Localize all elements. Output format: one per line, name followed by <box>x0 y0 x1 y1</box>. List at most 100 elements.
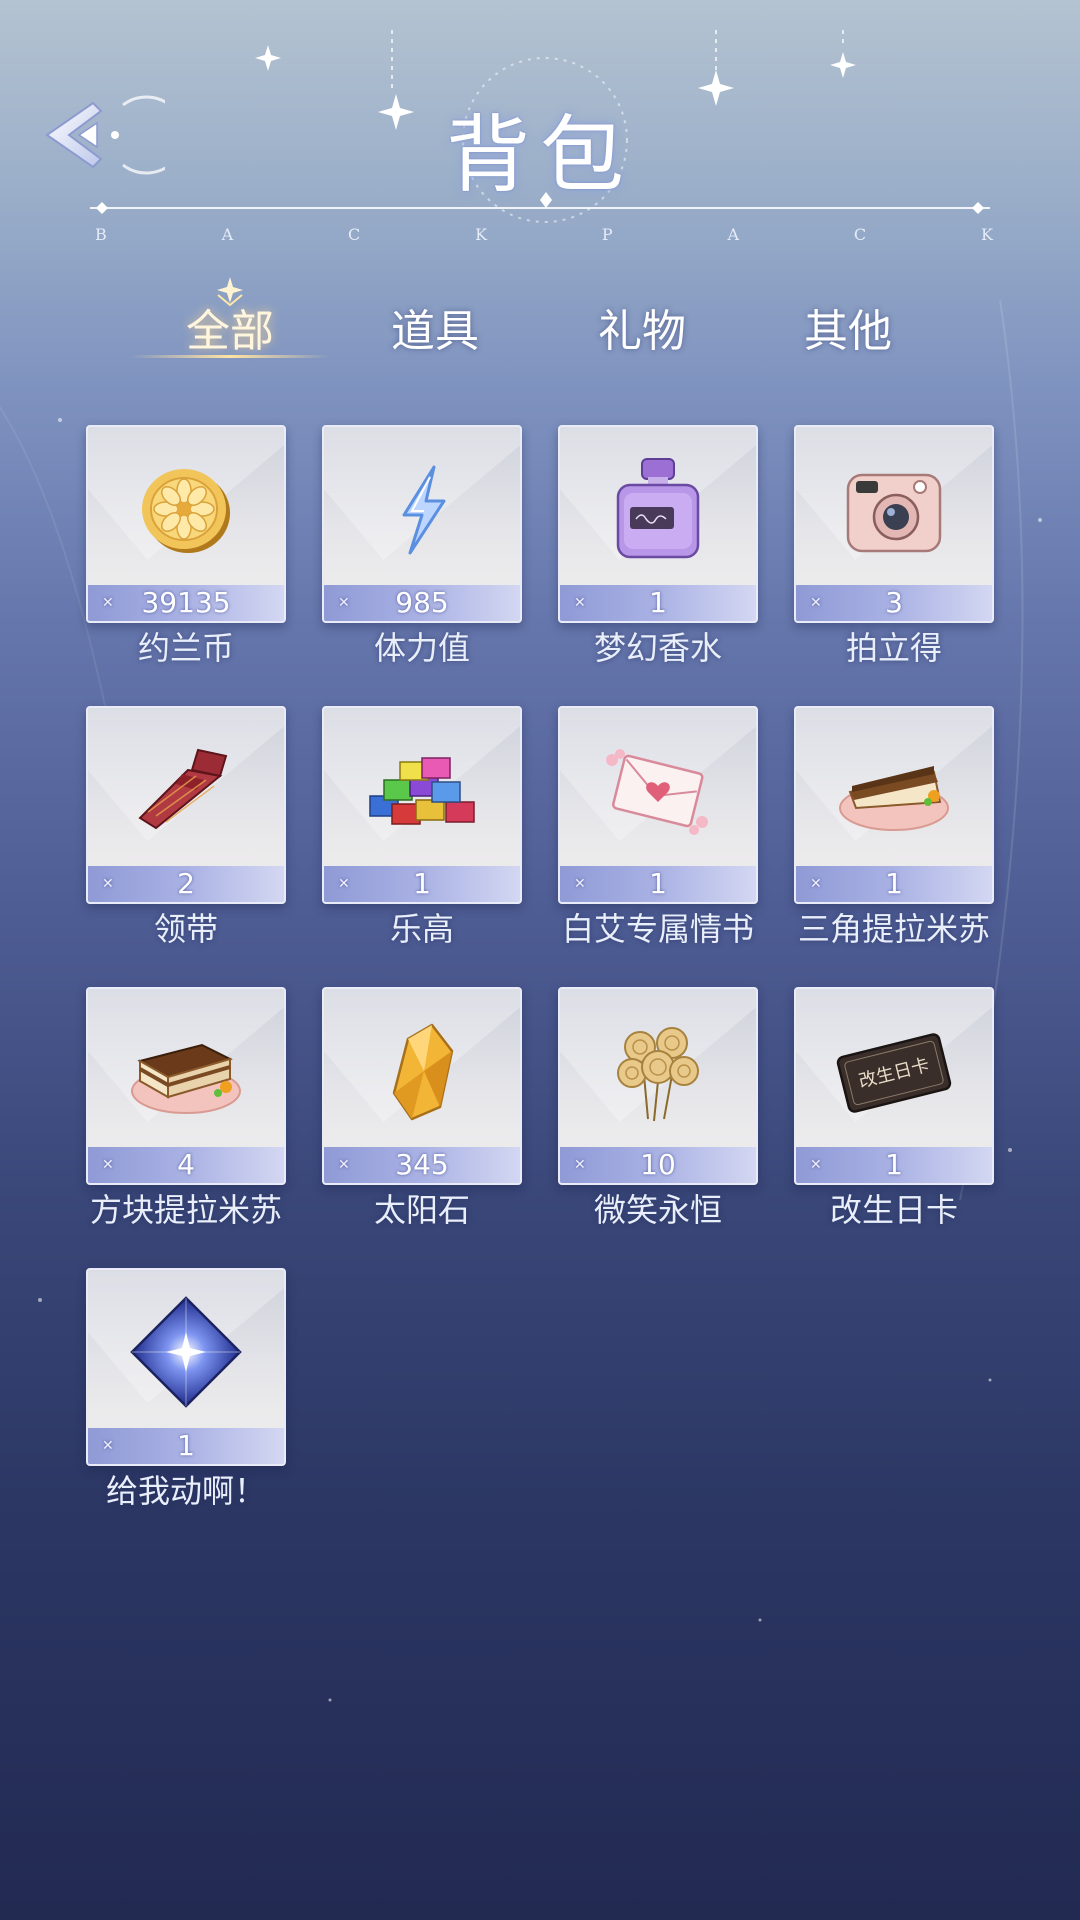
item-quantity-bar: ✕ 3 <box>796 585 992 621</box>
item-card: ✕ 345 <box>322 987 522 1185</box>
inventory-item[interactable]: ✕ 39135 约兰币 <box>86 425 286 667</box>
item-quantity-bar: ✕ 1 <box>324 866 520 902</box>
header: 背包 B A C K P A C K <box>0 0 1080 260</box>
item-card: ✕ 1 <box>558 706 758 904</box>
active-tab-underline <box>130 355 330 358</box>
tab-label: 礼物 <box>598 306 686 357</box>
sparkle-icon: ✕ <box>102 1157 114 1173</box>
item-quantity: 3 <box>885 586 903 619</box>
item-quantity: 4 <box>177 1148 195 1181</box>
item-name: 给我动啊！ <box>105 1472 266 1510</box>
item-card: ✕ 2 <box>86 706 286 904</box>
perfume-bottle-icon <box>616 458 700 559</box>
tab-props[interactable]: 道具 <box>345 295 525 359</box>
subtitle-letter: C <box>853 225 869 244</box>
item-quantity-bar: ✕ 10 <box>560 1147 756 1183</box>
sparkle-icon: ✕ <box>102 1438 114 1454</box>
item-card: ✕ 4 <box>86 987 286 1185</box>
item-name: 改生日卡 <box>829 1191 958 1229</box>
item-name: 太阳石 <box>373 1191 470 1229</box>
item-quantity: 1 <box>649 867 667 900</box>
item-quantity-bar: ✕ 985 <box>324 585 520 621</box>
inventory-item[interactable]: ✕ 345 太阳石 <box>322 987 522 1229</box>
golden-roses-icon <box>617 1027 699 1122</box>
inventory-item[interactable]: ✕ 1 乐高 <box>322 706 522 948</box>
category-tabs: 全部 道具 礼物 其他 <box>130 277 920 365</box>
item-name: 领带 <box>153 910 218 948</box>
inventory-item[interactable]: ✕ 1 给我动啊！ <box>86 1268 286 1510</box>
subtitle-letter: A <box>727 225 742 244</box>
subtitle-letter: A <box>221 225 236 244</box>
tab-others[interactable]: 其他 <box>758 295 938 359</box>
sparkle-icon: ✕ <box>574 1157 586 1173</box>
tab-gifts[interactable]: 礼物 <box>552 295 732 359</box>
inventory-item[interactable]: ✕ 1 梦幻香水 <box>558 425 758 667</box>
love-letter-icon <box>606 749 708 835</box>
item-card: 改生日卡 ✕ 1 <box>794 987 994 1185</box>
sparkle-icon: ✕ <box>810 1157 822 1173</box>
item-quantity-bar: ✕ 1 <box>88 1428 284 1464</box>
sparkle-icon: ✕ <box>810 595 822 611</box>
item-quantity-bar: ✕ 345 <box>324 1147 520 1183</box>
necktie-icon <box>138 748 228 830</box>
subtitle-letter: B <box>95 225 109 244</box>
item-quantity: 1 <box>177 1429 195 1462</box>
subtitle-letter: K <box>981 225 995 244</box>
inventory-item[interactable]: ✕ 4 方块提拉米苏 <box>86 987 286 1229</box>
inventory-item[interactable]: ✕ 985 体力值 <box>322 425 522 667</box>
item-name: 方块提拉米苏 <box>89 1191 282 1229</box>
triangle-tiramisu-icon <box>839 766 949 831</box>
subtitle-letter: P <box>601 225 615 244</box>
item-name: 拍立得 <box>845 629 942 667</box>
item-quantity: 985 <box>395 586 449 619</box>
blue-crystal-icon <box>130 1296 242 1408</box>
item-quantity-bar: ✕ 4 <box>88 1147 284 1183</box>
subtitle-letter: C <box>348 225 363 244</box>
sun-stone-icon <box>392 1023 454 1121</box>
item-name: 约兰币 <box>137 629 234 667</box>
item-name: 乐高 <box>389 910 454 948</box>
item-card: ✕ 39135 <box>86 425 286 623</box>
item-quantity-bar: ✕ 1 <box>560 866 756 902</box>
item-quantity-bar: ✕ 1 <box>796 1147 992 1183</box>
item-card: ✕ 1 <box>794 706 994 904</box>
item-name: 体力值 <box>373 629 470 667</box>
tab-all[interactable]: 全部 <box>130 277 330 359</box>
inventory-item[interactable]: ✕ 3 拍立得 <box>794 425 994 667</box>
sparkle-icon: ✕ <box>338 876 350 892</box>
active-tab-star-icon <box>217 277 243 307</box>
item-quantity: 10 <box>640 1148 676 1181</box>
instant-camera-icon <box>846 473 942 553</box>
item-name: 三角提拉米苏 <box>797 910 990 948</box>
building-blocks-icon <box>369 757 475 825</box>
item-quantity: 1 <box>885 1148 903 1181</box>
tab-label: 其他 <box>804 306 892 357</box>
item-quantity: 2 <box>177 867 195 900</box>
item-card: ✕ 3 <box>794 425 994 623</box>
item-quantity-bar: ✕ 1 <box>560 585 756 621</box>
item-quantity: 1 <box>885 867 903 900</box>
title-zone: 背包 B A C K P A C K <box>0 0 1080 260</box>
inventory-item[interactable]: ✕ 2 领带 <box>86 706 286 948</box>
square-tiramisu-icon <box>131 1043 241 1114</box>
sparkle-icon: ✕ <box>810 876 822 892</box>
item-quantity: 345 <box>395 1148 449 1181</box>
item-card: ✕ 985 <box>322 425 522 623</box>
item-card: ✕ 1 <box>322 706 522 904</box>
sparkle-icon: ✕ <box>102 876 114 892</box>
tab-label: 全部 <box>186 306 274 357</box>
inventory-item[interactable]: 改生日卡 ✕ 1 改生日卡 <box>794 987 994 1229</box>
item-card: ✕ 1 <box>86 1268 286 1466</box>
sparkle-icon: ✕ <box>338 595 350 611</box>
item-quantity-bar: ✕ 2 <box>88 866 284 902</box>
inventory-item[interactable]: ✕ 1 白艾专属情书 <box>558 706 758 948</box>
sparkle-icon: ✕ <box>102 595 114 611</box>
item-name: 白艾专属情书 <box>561 910 754 948</box>
page-title: 背包 <box>445 106 634 204</box>
item-name: 微笑永恒 <box>593 1191 722 1229</box>
inventory-item[interactable]: ✕ 1 三角提拉米苏 <box>794 706 994 948</box>
item-quantity-bar: ✕ 39135 <box>88 585 284 621</box>
gold-coin-icon <box>142 469 230 553</box>
inventory-item[interactable]: ✕ 10 微笑永恒 <box>558 987 758 1229</box>
page-subtitle: B A C K P A C K <box>95 225 995 244</box>
